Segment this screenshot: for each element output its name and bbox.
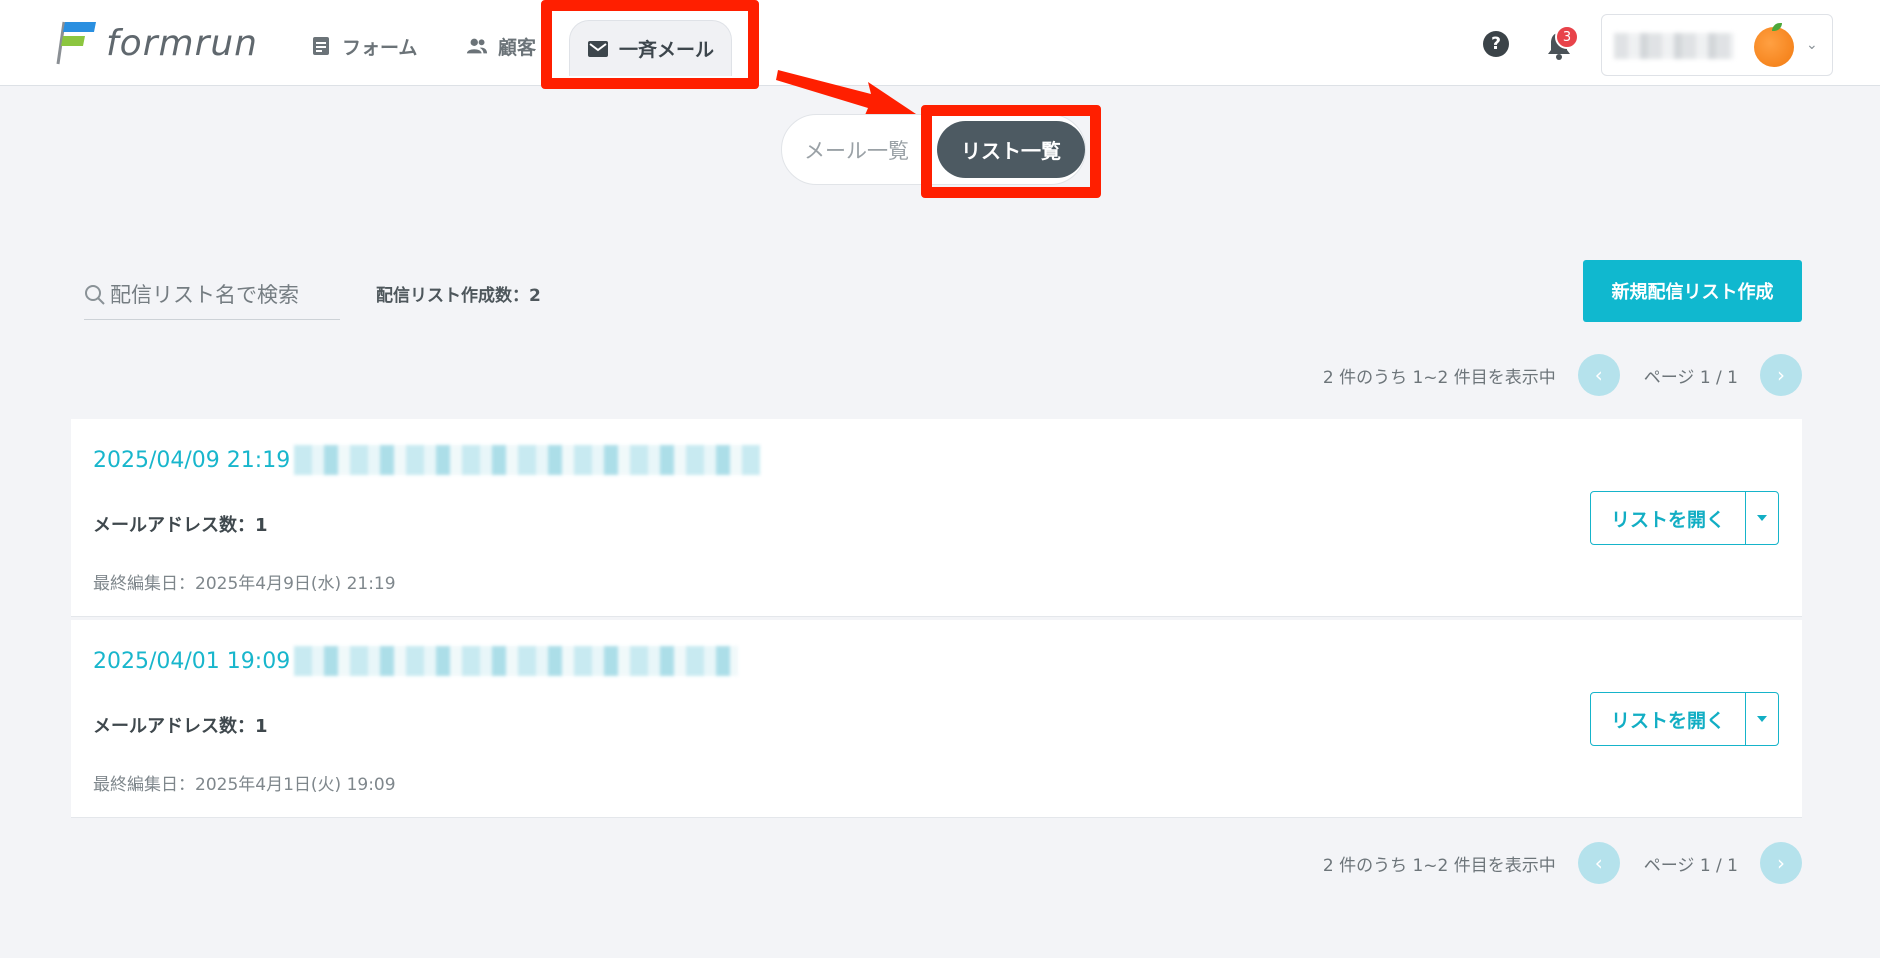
chevron-right-icon[interactable]: › (1760, 354, 1802, 396)
list-email-count: メールアドレス数：1 (93, 515, 268, 536)
notification-badge: 3 (1555, 25, 1579, 49)
list-title-link[interactable]: 2025/04/01 19:09 (93, 646, 739, 676)
nav-forms[interactable]: フォーム (310, 20, 417, 72)
caret-down-icon[interactable] (1746, 693, 1778, 745)
open-list-button-group: リストを開く (1590, 692, 1779, 746)
list-title-redacted (294, 445, 761, 475)
new-list-button[interactable]: 新規配信リスト作成 (1583, 260, 1802, 322)
list-item: 2025/04/09 21:19 メールアドレス数：1 最終編集日：2025年4… (71, 419, 1802, 617)
nav-customers-label: 顧客 (498, 36, 537, 59)
open-list-button[interactable]: リストを開く (1591, 693, 1746, 745)
list-count-label: 配信リスト作成数：2 (376, 286, 541, 306)
envelope-icon (587, 38, 609, 60)
search-box (84, 270, 340, 320)
logo-text: formrun (106, 22, 259, 64)
caret-down-icon[interactable] (1746, 492, 1778, 544)
list-title-text: 2025/04/01 19:09 (93, 648, 291, 674)
formrun-logo[interactable]: formrun (52, 20, 258, 66)
list-email-count: メールアドレス数：1 (93, 716, 268, 737)
nav-customers[interactable]: 顧客 (466, 20, 536, 72)
list-updated-date: 最終編集日：2025年4月1日(火) 19:09 (93, 775, 396, 795)
top-header: formrun フォーム 顧客 一斉メール ? 3 ⌄ (0, 0, 1880, 86)
search-icon (85, 284, 105, 305)
list-title-text: 2025/04/09 21:19 (93, 447, 291, 473)
tab-mail-list[interactable]: メール一覧 (804, 115, 909, 184)
list-title-link[interactable]: 2025/04/09 21:19 (93, 445, 761, 475)
user-menu[interactable]: ⌄ (1601, 14, 1833, 76)
pagination-bottom: 2 件のうち 1~2 件目を表示中 ‹ ページ 1 / 1 › (1300, 842, 1802, 884)
page-indicator: ページ 1 / 1 (1643, 855, 1738, 876)
nav-mail-label: 一斉メール (618, 39, 714, 61)
chevron-right-icon[interactable]: › (1760, 842, 1802, 884)
chevron-left-icon[interactable]: ‹ (1577, 842, 1620, 884)
pagination-info: 2 件のうち 1~2 件目を表示中 (1322, 855, 1556, 876)
formrun-logo-icon (56, 21, 96, 65)
pagination-top: 2 件のうち 1~2 件目を表示中 ‹ ページ 1 / 1 › (1300, 354, 1802, 396)
list-updated-date: 最終編集日：2025年4月9日(水) 21:19 (93, 574, 396, 594)
document-icon (310, 35, 332, 57)
list-item: 2025/04/01 19:09 メールアドレス数：1 最終編集日：2025年4… (71, 620, 1802, 818)
pagination-info: 2 件のうち 1~2 件目を表示中 (1322, 367, 1556, 388)
open-list-button-group: リストを開く (1590, 491, 1779, 545)
help-icon[interactable]: ? (1483, 31, 1509, 57)
nav-forms-label: フォーム (342, 36, 418, 59)
tab-list-list[interactable]: リスト一覧 (937, 121, 1085, 178)
user-name-redacted (1614, 33, 1734, 59)
open-list-button[interactable]: リストを開く (1591, 492, 1746, 544)
nav-mail[interactable]: 一斉メール (569, 20, 732, 76)
users-icon (466, 35, 488, 57)
avatar (1754, 23, 1794, 67)
chevron-down-icon: ⌄ (1806, 37, 1818, 53)
view-toggle: メール一覧 リスト一覧 (781, 114, 1086, 185)
chevron-left-icon[interactable]: ‹ (1577, 354, 1620, 396)
page-indicator: ページ 1 / 1 (1643, 367, 1738, 388)
list-title-redacted (294, 646, 739, 676)
search-input[interactable] (110, 282, 330, 307)
